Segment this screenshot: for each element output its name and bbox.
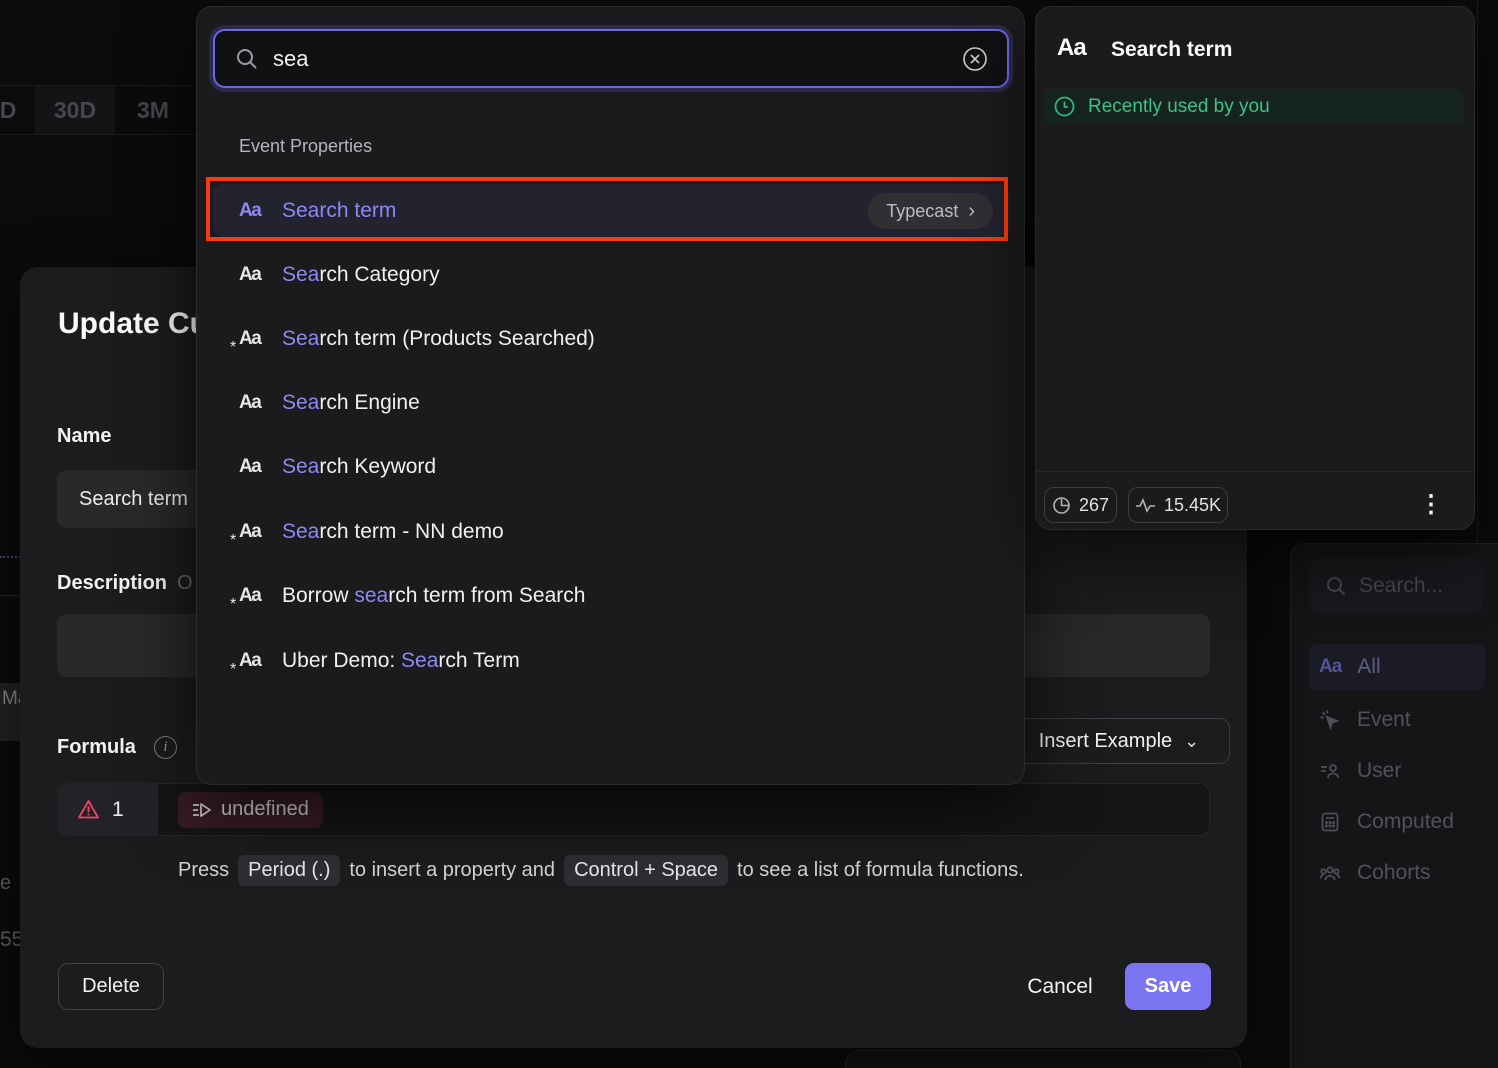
result-uber-demo-search-term[interactable]: Aa* Uber Demo: Search Term	[213, 639, 1009, 683]
search-icon	[1325, 575, 1347, 597]
text-property-icon: Aa	[239, 200, 269, 222]
more-options-button[interactable]: ⋮	[1416, 485, 1446, 525]
clock-icon	[1053, 95, 1076, 118]
undefined-token[interactable]: undefined	[178, 792, 323, 828]
time-range-3m[interactable]: 3M	[120, 86, 186, 134]
result-search-term-products[interactable]: Aa* Search term (Products Searched)	[213, 317, 1009, 361]
text-type-icon: Aa	[1319, 656, 1341, 678]
time-range-30d[interactable]: 30D	[35, 86, 115, 134]
divider-fragment	[0, 595, 20, 596]
cohorts-icon	[1319, 862, 1341, 884]
info-icon: i	[154, 736, 177, 759]
divider	[1036, 471, 1474, 472]
kbd-period: Period (.)	[238, 855, 340, 886]
result-search-category[interactable]: Aa Search Category	[213, 253, 1009, 297]
sidebar-item-computed[interactable]: Computed	[1309, 799, 1485, 845]
warning-icon	[77, 799, 100, 820]
property-type-sidebar: Search... Aa All Event User Computed Coh…	[1290, 543, 1498, 1068]
text-fragment: e	[0, 872, 11, 895]
result-search-term[interactable]: Aa Search term Typecast ›	[213, 184, 1009, 237]
event-cursor-icon	[1319, 709, 1341, 731]
delete-button[interactable]: Delete	[58, 963, 164, 1010]
text-property-icon: Aa	[1057, 34, 1086, 62]
user-icon	[1319, 760, 1341, 782]
custom-asterisk: *	[230, 661, 236, 679]
property-search-dropdown: Event Properties Aa Search term Typecast…	[196, 6, 1025, 785]
activity-icon	[1135, 498, 1156, 513]
pie-chart-icon	[1052, 496, 1071, 515]
time-range-7d[interactable]: D	[0, 86, 22, 134]
chevron-down-icon: ⌄	[1184, 731, 1199, 752]
sidebar-search-input[interactable]: Search...	[1311, 558, 1483, 614]
formula-editor-row: 1 undefined	[57, 783, 1210, 836]
event-volume-pill[interactable]: 15.45K	[1128, 487, 1228, 523]
text-property-icon: Aa	[239, 264, 269, 286]
name-label: Name	[57, 425, 111, 448]
formula-hint: Press Period (.) to insert a property an…	[178, 855, 1024, 886]
calculator-icon	[1319, 811, 1341, 833]
panel-corner-fragment	[845, 1050, 1241, 1068]
cancel-button[interactable]: Cancel	[1005, 963, 1115, 1010]
close-icon	[961, 45, 989, 73]
result-search-term-nn-demo[interactable]: Aa* Search term - NN demo	[213, 510, 1009, 554]
insert-example-button[interactable]: Insert Example ⌄	[1008, 718, 1230, 764]
sidebar-search-placeholder: Search...	[1359, 574, 1443, 598]
formula-input[interactable]: undefined	[157, 783, 1210, 836]
sidebar-item-cohorts[interactable]: Cohorts	[1309, 850, 1485, 896]
search-icon	[235, 47, 259, 71]
result-search-keyword[interactable]: Aa Search Keyword	[213, 445, 1009, 489]
formula-label: Formula	[57, 736, 136, 759]
clear-search-button[interactable]	[961, 45, 989, 73]
save-button[interactable]: Save	[1125, 963, 1211, 1010]
section-header: Event Properties	[239, 136, 372, 157]
formula-error-indicator[interactable]: 1	[57, 783, 157, 836]
custom-text-property-icon: Aa*	[239, 585, 269, 607]
custom-asterisk: *	[230, 596, 236, 614]
chevron-right-icon: ›	[968, 201, 975, 221]
description-label: DescriptionO	[57, 572, 193, 595]
custom-text-property-icon: Aa*	[239, 328, 269, 350]
sidebar-edge-fragment	[1477, 0, 1478, 543]
text-property-icon: Aa	[239, 392, 269, 414]
typecast-badge[interactable]: Typecast ›	[868, 193, 993, 229]
sidebar-item-event[interactable]: Event	[1309, 697, 1485, 743]
sidebar-item-all[interactable]: Aa All	[1309, 644, 1485, 690]
modal-title: Update Cu	[58, 307, 208, 341]
sidebar-item-user[interactable]: User	[1309, 748, 1485, 794]
error-count: 1	[112, 798, 124, 822]
text-property-icon: Aa	[239, 456, 269, 478]
function-icon	[192, 802, 212, 818]
result-search-engine[interactable]: Aa Search Engine	[213, 381, 1009, 425]
property-detail-panel: Aa Search term Recently used by you 267 …	[1035, 6, 1475, 530]
result-borrow-search-term[interactable]: Aa* Borrow search term from Search	[213, 574, 1009, 618]
recently-used-label: Recently used by you	[1088, 96, 1270, 118]
property-search-box	[213, 29, 1009, 88]
distinct-values-pill[interactable]: 267	[1044, 487, 1117, 523]
custom-asterisk: *	[230, 532, 236, 550]
recently-used-banner: Recently used by you	[1044, 89, 1464, 124]
time-range-row: D 30D 3M	[0, 85, 196, 135]
property-title: Search term	[1111, 38, 1232, 62]
custom-text-property-icon: Aa*	[239, 650, 269, 672]
property-search-input[interactable]	[259, 46, 961, 72]
custom-text-property-icon: Aa*	[239, 521, 269, 543]
optional-fragment: O	[177, 572, 193, 594]
custom-asterisk: *	[230, 339, 236, 357]
kbd-control-space: Control + Space	[564, 855, 728, 886]
